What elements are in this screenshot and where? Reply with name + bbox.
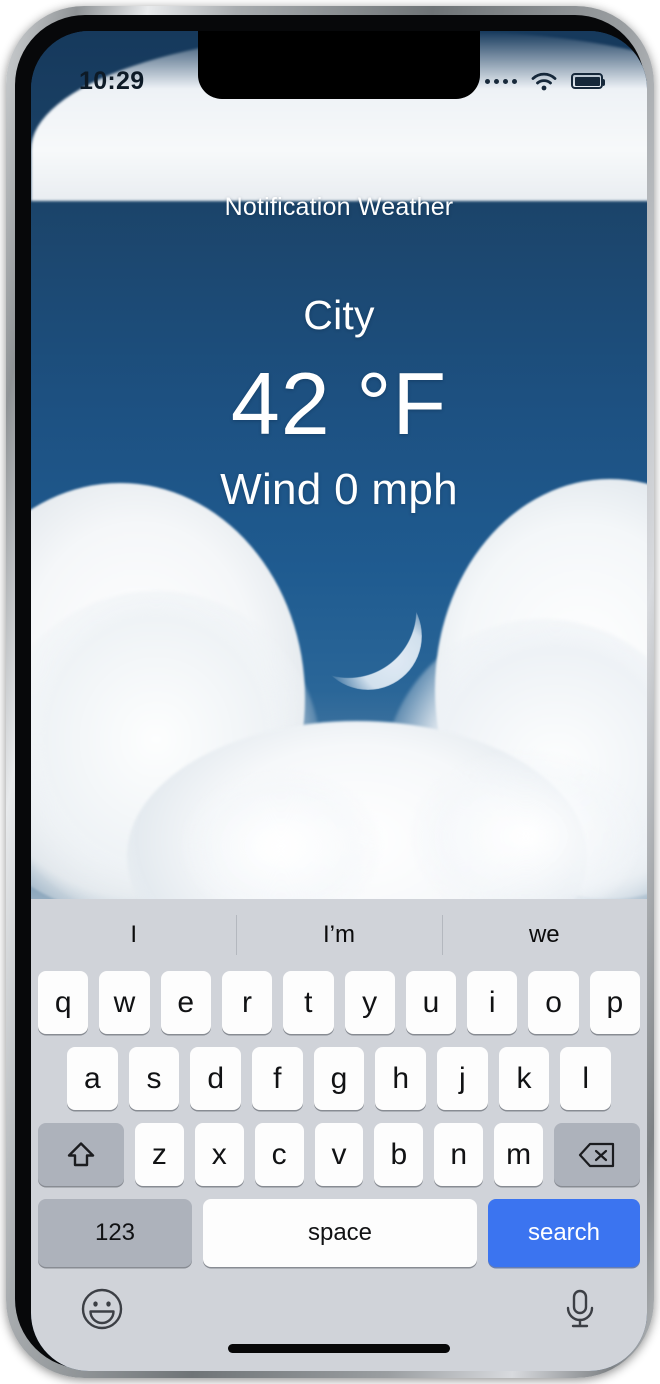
backspace-key[interactable] (554, 1123, 641, 1186)
key-m[interactable]: m (494, 1123, 544, 1186)
key-y[interactable]: y (344, 971, 395, 1034)
key-v[interactable]: v (314, 1123, 364, 1186)
suggestion-item-3[interactable]: we (441, 899, 647, 971)
suggestion-bar: I I’m we (31, 899, 647, 971)
wifi-icon (531, 72, 557, 91)
keyboard-row-zxcv: z x c v b n m (38, 1123, 641, 1186)
key-o[interactable]: o (528, 971, 579, 1034)
microphone-icon[interactable] (557, 1286, 603, 1332)
page-title: Notification Weather (224, 193, 454, 221)
key-x[interactable]: x (194, 1123, 244, 1186)
key-f[interactable]: f (252, 1047, 303, 1110)
status-time: 10:29 (79, 66, 145, 95)
key-s[interactable]: s (128, 1047, 180, 1110)
keyboard-row-asdf: a s d f g h j k l (38, 1047, 640, 1110)
onscreen-keyboard: I I’m we q w e r t y u i o p a s d f g h… (31, 899, 647, 1371)
keyboard-row-qwerty: q w e r t y u i o p (38, 971, 640, 1034)
device-notch (198, 31, 480, 99)
key-w[interactable]: w (99, 971, 150, 1034)
key-k[interactable]: k (498, 1047, 550, 1110)
keyboard-row-bottom: 123 space search (38, 1199, 640, 1267)
key-e[interactable]: e (160, 971, 211, 1034)
phone-screen: Notification Weather City 42 °F Wind 0 m… (31, 31, 647, 1371)
status-icons (485, 71, 605, 91)
temperature-value: 42 °F (230, 354, 448, 453)
signal-dots-icon (485, 78, 517, 84)
wind-value: Wind 0 mph (220, 465, 458, 514)
phone-bezel: Notification Weather City 42 °F Wind 0 m… (15, 15, 647, 1371)
key-q[interactable]: q (38, 971, 89, 1034)
home-indicator[interactable] (228, 1344, 450, 1353)
keyboard-utility-row (31, 1280, 647, 1371)
key-n[interactable]: n (434, 1123, 484, 1186)
key-l[interactable]: l (560, 1047, 612, 1110)
key-d[interactable]: d (190, 1047, 241, 1110)
suggestion-item-2[interactable]: I’m (236, 899, 441, 971)
phone-frame: Notification Weather City 42 °F Wind 0 m… (6, 6, 654, 1378)
key-r[interactable]: r (221, 971, 273, 1034)
key-t[interactable]: t (283, 971, 334, 1034)
shift-key[interactable] (38, 1123, 124, 1186)
numbers-key[interactable]: 123 (38, 1199, 192, 1267)
backspace-icon (578, 1142, 615, 1167)
key-b[interactable]: b (374, 1123, 424, 1186)
emoji-smiley-icon[interactable] (79, 1286, 125, 1332)
search-key[interactable]: search (488, 1199, 640, 1267)
space-key[interactable]: space (203, 1199, 477, 1267)
keyboard-key-rows: q w e r t y u i o p a s d f g h j k l z … (31, 971, 647, 1280)
city-name: City (303, 292, 375, 338)
key-i[interactable]: i (467, 971, 518, 1034)
battery-icon (571, 73, 605, 89)
key-a[interactable]: a (66, 1047, 118, 1110)
key-p[interactable]: p (589, 971, 640, 1034)
key-g[interactable]: g (313, 1047, 365, 1110)
key-j[interactable]: j (437, 1047, 488, 1110)
key-h[interactable]: h (375, 1047, 427, 1110)
suggestion-item-1[interactable]: I (31, 899, 236, 971)
key-z[interactable]: z (135, 1123, 184, 1186)
key-c[interactable]: c (254, 1123, 304, 1186)
weather-background: Notification Weather City 42 °F Wind 0 m… (31, 31, 647, 899)
shift-arrow-icon (67, 1141, 95, 1166)
key-u[interactable]: u (405, 971, 457, 1034)
crescent-moon-icon (314, 582, 422, 690)
